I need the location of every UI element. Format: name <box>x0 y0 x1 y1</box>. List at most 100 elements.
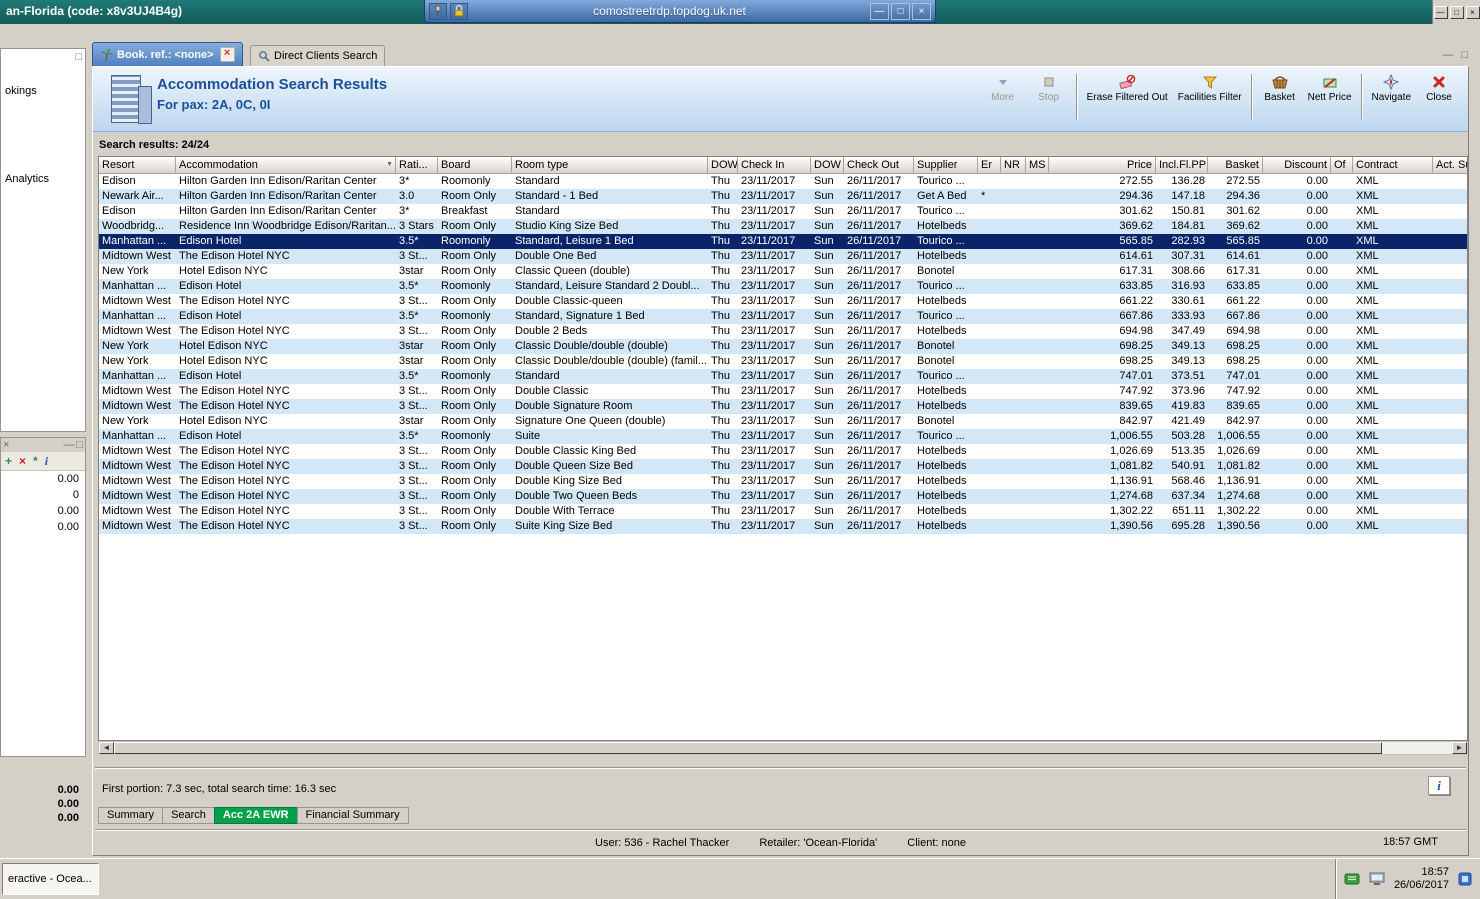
table-row[interactable]: Manhattan ... Edison Hotel 3.5* Roomonly Sui… <box>99 429 1467 444</box>
new-item-icon[interactable]: * <box>33 454 38 468</box>
close-button[interactable]: Close <box>1416 72 1462 105</box>
column-header-dow[interactable]: DOW <box>811 157 844 174</box>
column-header-incl-fl-pp[interactable]: Incl.Fl.PP <box>1156 157 1208 174</box>
column-header-check-out[interactable]: Check Out <box>844 157 914 174</box>
panel-restore-icon[interactable]: □ <box>75 51 82 63</box>
tray-keyboard-icon[interactable] <box>1344 872 1360 886</box>
table-row[interactable]: Midtown West The Edison Hotel NYC 3 St... R… <box>99 384 1467 399</box>
tray-display-icon[interactable] <box>1369 872 1385 886</box>
delete-icon[interactable]: × <box>19 454 26 468</box>
erase-filtered-out-button[interactable]: Erase Filtered Out <box>1082 72 1173 105</box>
table-cell: 617.31 <box>1226 265 1260 277</box>
table-cell: Sun <box>814 295 834 307</box>
column-header-room-type[interactable]: Room type <box>512 157 708 174</box>
info-button[interactable]: i <box>1428 776 1450 795</box>
table-row[interactable]: Midtown West The Edison Hotel NYC 3 St... R… <box>99 519 1467 534</box>
table-cell: 23/11/2017 <box>741 205 796 217</box>
column-header-supplier[interactable]: Supplier <box>914 157 978 174</box>
scrollbar-thumb[interactable] <box>114 742 1382 754</box>
rdp-close-button[interactable]: × <box>912 2 931 20</box>
table-row[interactable]: New York Hotel Edison NYC 3star Room Only Cl… <box>99 339 1467 354</box>
rdp-connection-bar: comostreetrdp.topdog.uk.net — □ × <box>424 0 936 23</box>
table-cell: Room Only <box>441 445 497 457</box>
sidebar-item-analytics[interactable]: Analytics <box>5 173 49 185</box>
tab-booking-ref[interactable]: Book. ref.: <none> × <box>92 42 243 66</box>
sync-icon[interactable]: + <box>5 454 12 468</box>
table-row[interactable]: Midtown West The Edison Hotel NYC 3 St... R… <box>99 459 1467 474</box>
table-row[interactable]: Midtown West The Edison Hotel NYC 3 St... R… <box>99 324 1467 339</box>
table-row[interactable]: Manhattan ... Edison Hotel 3.5* Roomonly Sta… <box>99 309 1467 324</box>
column-header-er[interactable]: Er <box>978 157 1001 174</box>
total-value: 0.00 <box>57 812 79 824</box>
column-header-check-in[interactable]: Check In <box>738 157 811 174</box>
tray-clock[interactable]: 18:57 26/06/2017 <box>1394 866 1449 892</box>
tab-search[interactable]: Search <box>162 807 215 824</box>
sidebar-item-bookings[interactable]: okings <box>5 85 37 97</box>
table-row[interactable]: Midtown West The Edison Hotel NYC 3 St... R… <box>99 489 1467 504</box>
table-row[interactable]: Midtown West The Edison Hotel NYC 3 St... R… <box>99 294 1467 309</box>
table-row[interactable]: New York Hotel Edison NYC 3star Room Only Si… <box>99 414 1467 429</box>
table-row[interactable]: Midtown West The Edison Hotel NYC 3 St... R… <box>99 444 1467 459</box>
window-close-button[interactable]: × <box>1465 5 1480 19</box>
facilities-filter-button[interactable]: Facilities Filter <box>1173 72 1247 105</box>
tab-acc-2a-ewr[interactable]: Acc 2A EWR <box>213 807 298 824</box>
tab-financial-summary[interactable]: Financial Summary <box>296 807 409 824</box>
tab-direct-clients-search[interactable]: Direct Clients Search <box>250 45 386 66</box>
table-row[interactable]: Manhattan ... Edison Hotel 3.5* Roomonly Sta… <box>99 234 1467 249</box>
window-restore-button[interactable]: □ <box>1449 5 1464 19</box>
column-header-dow[interactable]: DOW <box>708 157 738 174</box>
table-row[interactable]: Manhattan ... Edison Hotel 3.5* Roomonly Sta… <box>99 369 1467 384</box>
column-header-rati[interactable]: Rati... <box>396 157 438 174</box>
table-row[interactable]: Midtown West The Edison Hotel NYC 3 St... R… <box>99 474 1467 489</box>
horizontal-scrollbar[interactable]: ◄ ► <box>98 741 1468 755</box>
accommodation-filter-icon[interactable]: ▼ <box>386 161 393 168</box>
column-header-board[interactable]: Board <box>438 157 512 174</box>
table-cell <box>978 249 1001 264</box>
more-button[interactable]: More <box>980 72 1026 105</box>
tray-app-icon[interactable] <box>1458 872 1472 886</box>
dock-restore-icon[interactable]: □ <box>1461 49 1468 61</box>
table-row[interactable]: Newark Air... Hilton Garden Inn Edison/Ra… <box>99 189 1467 204</box>
rdp-restore-button[interactable]: □ <box>891 2 910 20</box>
scroll-left-arrow[interactable]: ◄ <box>99 742 114 754</box>
column-header-nr[interactable]: NR <box>1001 157 1026 174</box>
table-row[interactable]: Manhattan ... Edison Hotel 3.5* Roomonly Sta… <box>99 279 1467 294</box>
mini-panel-minimize-icon[interactable]: — <box>63 439 74 451</box>
tab-close-icon[interactable]: × <box>219 47 235 62</box>
column-header-act-supplier[interactable]: Act. Supplier <box>1433 157 1467 174</box>
mini-panel-restore-icon[interactable]: □ <box>76 439 83 451</box>
taskbar-window-button[interactable]: eractive - Ocea... <box>2 863 99 895</box>
column-header-price[interactable]: Price <box>1049 157 1156 174</box>
column-header-ms[interactable]: MS <box>1026 157 1049 174</box>
table-cell: Manhattan ... <box>102 430 167 442</box>
column-header-of[interactable]: Of <box>1331 157 1353 174</box>
table-row[interactable]: Midtown West The Edison Hotel NYC 3 St... R… <box>99 504 1467 519</box>
window-minimize-button[interactable]: — <box>1433 5 1448 19</box>
stop-button[interactable]: Stop <box>1026 72 1072 105</box>
nett-price-button[interactable]: Nett Price <box>1303 72 1357 105</box>
column-header-accommodation[interactable]: Accommodation ▼ <box>176 157 396 174</box>
table-row[interactable]: Woodbridg... Residence Inn Woodbridge Edi… <box>99 219 1467 234</box>
column-header-discount[interactable]: Discount <box>1263 157 1331 174</box>
table-cell: Newark Air... <box>102 190 164 202</box>
info-icon[interactable]: i <box>45 454 48 468</box>
table-row[interactable]: Midtown West The Edison Hotel NYC 3 St... R… <box>99 399 1467 414</box>
navigate-button[interactable]: Navigate <box>1367 72 1416 105</box>
pin-icon[interactable] <box>429 2 447 20</box>
mini-panel-close-icon[interactable]: × <box>3 439 9 451</box>
table-row[interactable]: Edison Hilton Garden Inn Edison/Raritan C… <box>99 174 1467 189</box>
table-row[interactable]: New York Hotel Edison NYC 3star Room Only Cl… <box>99 354 1467 369</box>
table-row[interactable]: New York Hotel Edison NYC 3star Room Only Cl… <box>99 264 1467 279</box>
column-header-contract[interactable]: Contract <box>1353 157 1433 174</box>
column-header-resort[interactable]: Resort <box>99 157 176 174</box>
tab-summary[interactable]: Summary <box>98 807 164 824</box>
table-cell <box>1331 309 1353 324</box>
basket-button[interactable]: Basket <box>1257 72 1303 105</box>
rdp-minimize-button[interactable]: — <box>870 2 889 20</box>
table-row[interactable]: Midtown West The Edison Hotel NYC 3 St... R… <box>99 249 1467 264</box>
column-header-basket[interactable]: Basket <box>1208 157 1263 174</box>
table-row[interactable]: Edison Hilton Garden Inn Edison/Raritan C… <box>99 204 1467 219</box>
scroll-right-arrow[interactable]: ► <box>1452 742 1467 754</box>
button-label: Erase Filtered Out <box>1086 92 1168 103</box>
dock-minimize-icon[interactable]: — <box>1442 49 1453 61</box>
